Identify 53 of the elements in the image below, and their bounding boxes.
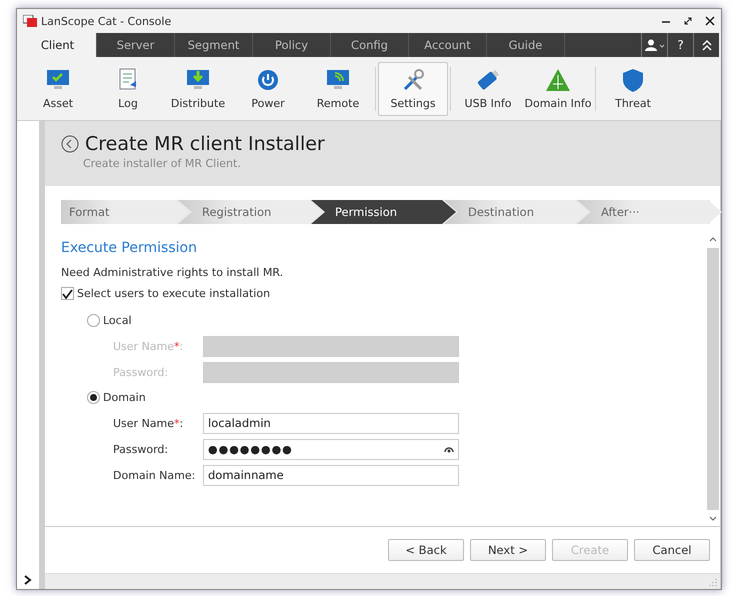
password-field[interactable]: ●●●●●●●● <box>203 438 459 460</box>
input-field[interactable]: localadmin <box>203 412 459 434</box>
wizard-step: Format <box>61 200 190 224</box>
user-menu-icon[interactable] <box>644 39 664 51</box>
section-title: Execute Permission <box>61 240 198 256</box>
eye-icon[interactable] <box>444 446 454 452</box>
resize-grip-icon[interactable] <box>709 578 717 586</box>
wizard-step: Registration <box>178 200 323 224</box>
close-icon[interactable] <box>705 16 715 26</box>
toolbar-button[interactable]: Settings <box>378 62 448 116</box>
app-logo-icon <box>23 15 37 27</box>
input-field[interactable] <box>203 336 459 356</box>
toolbar-button[interactable]: Distribute <box>163 62 233 116</box>
toolbar-button[interactable]: USB Info <box>453 62 523 116</box>
triangle-icon <box>544 67 572 93</box>
back-icon[interactable] <box>61 135 79 153</box>
checkbox[interactable] <box>61 287 74 300</box>
wizard-step: Permission <box>311 200 456 224</box>
toolbar-button[interactable]: Domain Info <box>523 62 593 116</box>
input-field[interactable]: domainname <box>203 464 459 486</box>
toolbar-button[interactable]: Log <box>93 62 163 116</box>
page-subtitle: Create installer of MR Client. <box>82 157 242 170</box>
radio-button[interactable] <box>87 391 100 404</box>
toolbar-button[interactable]: Power <box>233 62 303 116</box>
radio-label: Domain <box>103 391 146 404</box>
page-title: Create MR client Installer <box>85 133 325 155</box>
toolbar-button[interactable]: Remote <box>303 62 373 116</box>
field-label: User Name*: <box>113 416 184 430</box>
wizard-step: Destination <box>444 200 589 224</box>
toolbar-button[interactable]: Asset <box>23 62 93 116</box>
radio-label: Local <box>103 314 132 327</box>
field-label: Password: <box>113 366 170 378</box>
dialog-button[interactable]: < Back <box>388 539 464 561</box>
dialog-button[interactable]: Next > <box>470 539 546 561</box>
scroll-down-icon[interactable] <box>709 516 717 522</box>
field-label: Password: <box>113 442 170 456</box>
help-button[interactable]: ? <box>667 33 693 57</box>
scroll-up-icon[interactable] <box>709 236 717 242</box>
info-text: Need Administrative rights to install MR. <box>61 266 284 279</box>
window-title: LanScope Cat - Console <box>41 14 172 28</box>
wizard-step: After··· <box>577 200 722 224</box>
checkbox-label: Select users to execute installation <box>77 287 270 300</box>
toolbar-button[interactable]: Threat <box>598 62 668 116</box>
expand-icon[interactable] <box>24 575 32 585</box>
checkmark-icon <box>62 288 73 298</box>
input-field[interactable] <box>203 362 459 382</box>
dialog-button[interactable]: Cancel <box>634 539 710 561</box>
maximize-icon[interactable] <box>683 16 693 26</box>
radio-button[interactable] <box>87 314 100 327</box>
collapse-icon[interactable] <box>702 39 712 51</box>
menu-tab[interactable]: Client <box>19 33 97 57</box>
field-label: User Name*: <box>113 340 184 352</box>
field-label: Domain Name: <box>113 468 196 482</box>
